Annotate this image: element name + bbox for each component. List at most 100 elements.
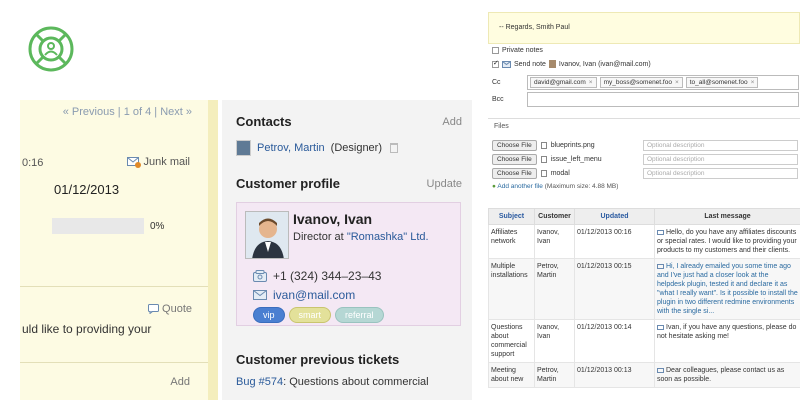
company-link[interactable]: "Romashka" Ltd. xyxy=(347,231,429,243)
message-text: uld like to providing your xyxy=(22,322,152,336)
tag-referral[interactable]: referral xyxy=(335,307,384,323)
envelope-icon xyxy=(657,263,664,269)
next-link[interactable]: Next » xyxy=(160,106,192,118)
envelope-icon xyxy=(657,367,664,373)
bcc-input[interactable] xyxy=(527,92,799,107)
private-notes-row: Private notes xyxy=(492,47,543,54)
ticket-last-message-text: Hello, do you have any affiliates discou… xyxy=(657,229,797,254)
table-row[interactable]: Meeting about new Petrov, Martin 01/12/2… xyxy=(488,362,800,388)
add-file-row: ● Add another file (Maximum size: 4.88 M… xyxy=(492,183,618,190)
customer-phone-value: +1 (324) 344–23–43 xyxy=(273,269,382,283)
file-description-input[interactable]: Optional description xyxy=(643,140,798,151)
cc-chip-label: my_boss@somenet.foo xyxy=(603,79,672,86)
tickets-table: Subject Customer Updated Last message Af… xyxy=(488,208,800,388)
column-header-customer: Customer xyxy=(534,208,575,225)
customer-profile-title: Customer profile xyxy=(236,176,341,191)
file-description-input[interactable]: Optional description xyxy=(643,168,798,179)
quote-button[interactable]: Quote xyxy=(148,303,192,315)
ticket-customer: Petrov, Martin xyxy=(534,362,575,388)
send-note-label: Send note xyxy=(514,60,546,68)
ticket-customer: Ivanov, Ivan xyxy=(534,319,575,363)
cc-chip-label: david@gmail.com xyxy=(534,79,586,86)
table-row[interactable]: Questions about commercial support Ivano… xyxy=(488,319,800,363)
send-note-row: Send note Ivanov, Ivan (ivan@mail.com) xyxy=(492,59,651,68)
junk-mail-icon xyxy=(126,156,141,168)
customer-email-link[interactable]: ivan@mail.com xyxy=(273,288,355,302)
tag-smart[interactable]: smart xyxy=(288,307,332,323)
file-row: Choose File issue_left_menu xyxy=(492,154,602,165)
profile-update-link[interactable]: Update xyxy=(427,178,462,190)
customer-sidebar: Contacts Add Petrov, Martin (Designer) C… xyxy=(222,100,472,400)
previous-tickets-title: Customer previous tickets xyxy=(236,352,400,367)
previous-ticket-link[interactable]: Bug #574 xyxy=(236,376,283,388)
customer-name: Ivanov, Ivan xyxy=(293,211,373,227)
ticket-updated: 01/12/2013 00:13 xyxy=(574,362,655,388)
ticket-subject[interactable]: Meeting about new xyxy=(488,362,535,388)
cc-input[interactable]: david@gmail.com × my_boss@somenet.foo × to… xyxy=(527,75,799,90)
add-link[interactable]: Add xyxy=(170,376,190,388)
junk-mail-label: Junk mail xyxy=(143,156,190,168)
ticket-subject[interactable]: Affiliates network xyxy=(488,224,535,259)
table-row[interactable]: Affiliates network Ivanov, Ivan 01/12/20… xyxy=(488,224,800,259)
file-icon xyxy=(540,170,547,177)
file-name: issue_left_menu xyxy=(550,156,602,163)
send-note-checkbox[interactable] xyxy=(492,59,499,68)
cc-chip[interactable]: to_all@somenet.foo × xyxy=(685,77,759,88)
ticket-last-message-text: Ivan, if you have any questions, please … xyxy=(657,324,797,340)
contact-role: (Designer) xyxy=(330,142,383,154)
file-icon xyxy=(540,156,547,163)
column-header-updated[interactable]: Updated xyxy=(574,208,655,225)
ticket-last-message-text: Dear colleagues, please contact us as so… xyxy=(657,367,785,383)
ticket-subject[interactable]: Questions about commercial support xyxy=(488,319,535,363)
cc-chip[interactable]: david@gmail.com × xyxy=(530,77,597,88)
private-notes-checkbox[interactable] xyxy=(492,47,499,54)
remove-chip-icon[interactable]: × xyxy=(675,79,679,86)
file-description-input[interactable]: Optional description xyxy=(643,154,798,165)
envelope-icon xyxy=(502,60,511,68)
contacts-title: Contacts xyxy=(236,114,292,129)
trash-icon[interactable] xyxy=(390,143,399,153)
pagination-position: 1 of 4 xyxy=(123,106,152,118)
choose-file-button[interactable]: Choose File xyxy=(492,154,537,165)
previous-ticket-item: Bug #574: Questions about commercial xyxy=(236,376,429,388)
envelope-icon xyxy=(657,324,664,330)
junk-mail-link[interactable]: Junk mail xyxy=(126,156,190,168)
customer-avatar xyxy=(245,211,289,259)
contacts-add-link[interactable]: Add xyxy=(442,116,462,128)
contact-name-link[interactable]: Petrov, Martin xyxy=(257,142,325,154)
choose-file-button[interactable]: Choose File xyxy=(492,168,537,179)
previous-ticket-subject: : Questions about commercial xyxy=(283,376,429,388)
ticket-last-message: Hi, I already emailed you some time ago … xyxy=(654,258,800,320)
speech-bubble-icon xyxy=(148,304,160,314)
add-another-file-link[interactable]: Add another file xyxy=(497,183,543,190)
lifebuoy-logo-icon xyxy=(26,24,76,74)
ticket-pagination: « Previous | 1 of 4 | Next » xyxy=(62,106,192,118)
divider xyxy=(20,362,208,363)
ticket-last-message-text: Hi, I already emailed you some time ago … xyxy=(657,263,798,315)
ticket-subject[interactable]: Multiple installations xyxy=(488,258,535,320)
send-note-recipient: Ivanov, Ivan (ivan@mail.com) xyxy=(558,60,651,68)
envelope-icon xyxy=(253,290,267,300)
remove-chip-icon[interactable]: × xyxy=(751,79,755,86)
files-label: Files xyxy=(494,123,509,130)
choose-file-button[interactable]: Choose File xyxy=(492,140,537,151)
private-notes-label: Private notes xyxy=(502,47,543,54)
bcc-label: Bcc xyxy=(492,96,504,103)
ticket-last-message: Dear colleagues, please contact us as so… xyxy=(654,362,800,388)
table-row[interactable]: Multiple installations Petrov, Martin 01… xyxy=(488,258,800,320)
file-name: blueprints.png xyxy=(550,142,595,149)
table-header-row: Subject Customer Updated Last message xyxy=(488,208,800,225)
phone-icon xyxy=(253,270,267,282)
signature-block: -- Regards, Smith Paul xyxy=(488,12,800,44)
ticket-last-message: Hello, do you have any affiliates discou… xyxy=(654,224,800,259)
file-row: Choose File modal xyxy=(492,168,570,179)
ticket-last-message: Ivan, if you have any questions, please … xyxy=(654,319,800,363)
ticket-updated: 01/12/2013 00:14 xyxy=(574,319,655,363)
previous-link[interactable]: « Previous xyxy=(63,106,115,118)
plus-icon: ● xyxy=(492,183,496,190)
column-header-subject[interactable]: Subject xyxy=(488,208,535,225)
tag-vip[interactable]: vip xyxy=(253,307,285,323)
customer-phone: +1 (324) 344–23–43 xyxy=(253,269,381,283)
cc-chip[interactable]: my_boss@somenet.foo × xyxy=(599,77,683,88)
remove-chip-icon[interactable]: × xyxy=(589,79,593,86)
